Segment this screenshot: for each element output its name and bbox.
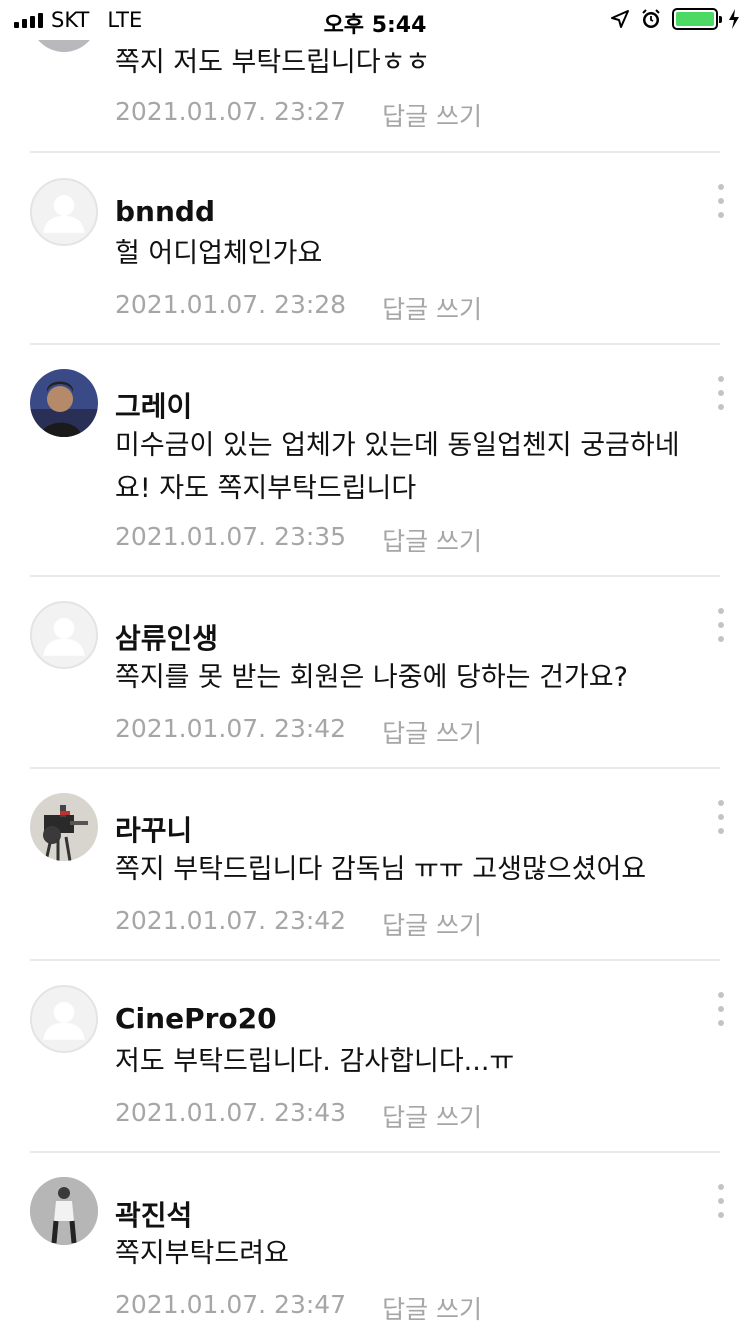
comment-text: 쪽지 저도 부탁드립니다ㅎㅎ — [115, 47, 431, 78]
reply-button[interactable]: 답글 쓰기 — [382, 1098, 482, 1134]
comment-text: 헐 어디업체인가요 — [115, 238, 323, 269]
author-name[interactable]: bnndd — [115, 195, 215, 228]
reply-button[interactable]: 답글 쓰기 — [382, 97, 482, 133]
comment-text: 쪽지를 못 받는 회원은 나중에 당하는 건가요? — [115, 662, 628, 693]
comment-text: 쪽지부탁드려요 — [115, 1238, 289, 1269]
avatar[interactable] — [30, 793, 98, 861]
charging-bolt-icon — [729, 9, 739, 29]
more-options-icon[interactable] — [714, 184, 728, 218]
author-name[interactable]: 곽진석 — [115, 1194, 192, 1234]
comment-meta: 2021.01.07. 23:43 답글 쓰기 — [115, 1098, 482, 1134]
comment-text: 쪽지 부탁드립니다 감독님 ㅠㅠ 고생많으셨어요 — [115, 854, 647, 885]
divider — [30, 767, 720, 769]
comment-date: 2021.01.07. 23:42 — [115, 906, 347, 935]
reply-button[interactable]: 답글 쓰기 — [382, 522, 482, 558]
avatar[interactable] — [30, 985, 98, 1053]
comment-date: 2021.01.07. 23:43 — [115, 1098, 347, 1127]
comment-meta: 2021.01.07. 23:28 답글 쓰기 — [115, 290, 482, 326]
more-options-icon[interactable] — [714, 800, 728, 834]
comment-date: 2021.01.07. 23:47 — [115, 1290, 347, 1319]
battery-icon — [672, 8, 722, 30]
comment-text: 미수금이 있는 업체가 있는데 동일업첸지 궁금하네요! 자도 쪽지부탁드립니다 — [115, 430, 680, 504]
author-name[interactable]: 라꾸니 — [115, 809, 192, 849]
divider — [30, 575, 720, 577]
comment-date: 2021.01.07. 23:28 — [115, 290, 347, 319]
divider — [30, 343, 720, 345]
alarm-icon — [642, 9, 660, 28]
comment-meta: 2021.01.07. 23:42 답글 쓰기 — [115, 714, 482, 750]
comment-meta: 2021.01.07. 23:27 답글 쓰기 — [115, 97, 482, 133]
more-options-icon[interactable] — [714, 376, 728, 410]
divider — [30, 1151, 720, 1153]
reply-button[interactable]: 답글 쓰기 — [382, 714, 482, 750]
comment-meta: 2021.01.07. 23:47 답글 쓰기 — [115, 1290, 482, 1326]
avatar[interactable] — [30, 178, 98, 246]
location-arrow-icon — [611, 10, 629, 28]
comment-date: 2021.01.07. 23:35 — [115, 522, 347, 551]
reply-button[interactable]: 답글 쓰기 — [382, 906, 482, 942]
more-options-icon[interactable] — [714, 992, 728, 1026]
avatar[interactable] — [30, 601, 98, 669]
divider — [30, 151, 720, 153]
comment-text: 저도 부탁드립니다. 감사합니다...ㅠ — [115, 1046, 515, 1077]
author-name[interactable]: 그레이 — [115, 385, 192, 425]
status-right — [610, 8, 740, 30]
comment-date: 2021.01.07. 23:42 — [115, 714, 347, 743]
status-bar: SKT LTE 오후 5:44 — [0, 0, 750, 40]
comment-date: 2021.01.07. 23:27 — [115, 97, 347, 126]
more-options-icon[interactable] — [714, 1184, 728, 1218]
author-name[interactable]: CinePro20 — [115, 1002, 277, 1035]
avatar[interactable] — [30, 369, 98, 437]
author-name[interactable]: 삼류인생 — [115, 617, 218, 657]
avatar[interactable] — [30, 1177, 98, 1245]
divider — [30, 959, 720, 961]
reply-button[interactable]: 답글 쓰기 — [382, 290, 482, 326]
comment-meta: 2021.01.07. 23:42 답글 쓰기 — [115, 906, 482, 942]
reply-button[interactable]: 답글 쓰기 — [382, 1290, 482, 1326]
comment-meta: 2021.01.07. 23:35 답글 쓰기 — [115, 522, 482, 558]
more-options-icon[interactable] — [714, 608, 728, 642]
